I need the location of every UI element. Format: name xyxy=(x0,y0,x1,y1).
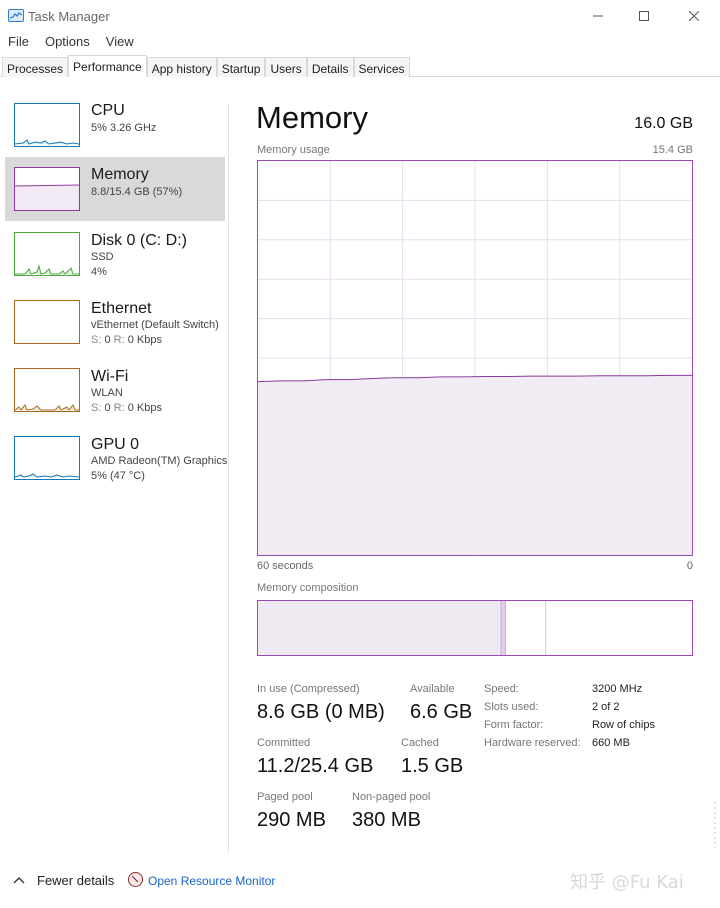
sidebar-item-detail: 5% 3.26 GHz xyxy=(91,122,157,134)
sidebar-item-memory[interactable]: Memory 8.8/15.4 GB (57%) xyxy=(5,157,225,221)
maximize-button[interactable] xyxy=(620,0,668,32)
tab-details[interactable]: Details xyxy=(306,57,354,77)
task-manager-icon xyxy=(8,9,24,22)
minimize-icon xyxy=(593,15,603,17)
hardware-reserved-label: Hardware reserved: xyxy=(484,737,581,749)
sidebar-item-disk-0[interactable]: Disk 0 (C: D:) SSD 4% xyxy=(5,229,225,293)
send-label: S: xyxy=(91,402,102,414)
speed-value: 3200 MHz xyxy=(592,683,643,695)
window-title: Task Manager xyxy=(28,9,110,24)
receive-label: R: xyxy=(113,402,125,414)
composition-modified-segment[interactable] xyxy=(501,601,506,655)
graph-time-span-label: 60 seconds xyxy=(257,560,314,572)
tab-performance[interactable]: Performance xyxy=(68,55,147,77)
sidebar-item-label: Wi-Fi xyxy=(91,368,129,385)
wifi-thumbnail-graph xyxy=(14,368,80,412)
sidebar-item-label: Memory xyxy=(91,166,149,183)
cpu-thumbnail-graph xyxy=(14,103,80,147)
open-resource-monitor-link[interactable]: Open Resource Monitor xyxy=(148,874,275,888)
close-icon xyxy=(689,11,699,21)
receive-value: 0 Kbps xyxy=(127,334,162,346)
menu-options[interactable]: Options xyxy=(37,32,98,54)
sidebar-item-detail-2: 4% xyxy=(91,266,107,278)
memory-total: 16.0 GB xyxy=(634,115,693,132)
memory-usage-graph xyxy=(257,160,693,556)
sidebar-item-detail-2: 5% (47 °C) xyxy=(91,470,145,482)
memory-usage-label: Memory usage xyxy=(257,144,330,156)
form-factor-label: Form factor: xyxy=(484,719,544,731)
memory-usage-plot xyxy=(257,161,692,555)
watermark: 知乎 @Fu Kai xyxy=(570,872,684,893)
ethernet-thumbnail-graph xyxy=(14,300,80,344)
sidebar-item-detail: WLAN xyxy=(91,387,123,399)
memory-composition-bar xyxy=(257,600,693,656)
memory-composition-label: Memory composition xyxy=(257,582,359,594)
memory-usage-area xyxy=(258,375,692,555)
hardware-reserved-value: 660 MB xyxy=(592,737,630,749)
scrollbar[interactable] xyxy=(712,800,718,850)
available-label: Available xyxy=(410,683,455,695)
menu-view[interactable]: View xyxy=(98,32,142,54)
sidebar-item-gpu-0[interactable]: GPU 0 AMD Radeon(TM) Graphics 5% (47 °C) xyxy=(5,433,228,497)
available-value: 6.6 GB xyxy=(410,701,473,723)
sidebar-divider xyxy=(228,104,229,852)
maximize-icon xyxy=(639,11,649,21)
tab-processes[interactable]: Processes xyxy=(2,57,69,77)
minimize-button[interactable] xyxy=(574,0,622,32)
cached-value: 1.5 GB xyxy=(401,755,464,777)
sidebar-item-detail: SSD xyxy=(91,251,114,263)
slots-used-label: Slots used: xyxy=(484,701,539,713)
sidebar-item-detail: 8.8/15.4 GB (57%) xyxy=(91,186,183,198)
in-use-value: 8.6 GB (0 MB) xyxy=(257,701,385,723)
composition-in-use-segment[interactable] xyxy=(258,601,502,655)
resource-monitor-icon[interactable] xyxy=(128,872,143,887)
fewer-details-link[interactable]: Fewer details xyxy=(37,873,114,888)
paged-pool-label: Paged pool xyxy=(257,791,313,803)
menu-file[interactable]: File xyxy=(0,32,37,54)
non-paged-pool-label: Non-paged pool xyxy=(352,791,431,803)
memory-thumbnail-graph xyxy=(14,167,80,211)
memory-usage-max: 15.4 GB xyxy=(652,144,693,156)
send-value: 0 xyxy=(104,402,111,414)
non-paged-pool-value: 380 MB xyxy=(352,809,421,831)
send-value: 0 xyxy=(104,334,111,346)
sidebar-item-cpu[interactable]: CPU 5% 3.26 GHz xyxy=(5,100,225,164)
memory-composition-plot xyxy=(258,601,547,655)
send-label: S: xyxy=(91,334,102,346)
tab-startup[interactable]: Startup xyxy=(216,57,266,77)
sidebar-item-wifi[interactable]: Wi-Fi WLAN S: 0 R: 0 Kbps xyxy=(5,365,225,429)
sidebar-item-detail: vEthernet (Default Switch) xyxy=(91,319,219,331)
page-title: Memory xyxy=(256,100,368,135)
tab-app-history[interactable]: App history xyxy=(146,57,217,77)
committed-label: Committed xyxy=(257,737,311,749)
disk-thumbnail-graph xyxy=(14,232,80,276)
sidebar-item-label: Disk 0 (C: D:) xyxy=(91,232,187,249)
close-button[interactable] xyxy=(670,0,718,32)
title-bar: Task Manager xyxy=(0,0,720,32)
form-factor-value: Row of chips xyxy=(592,719,655,731)
sidebar-item-ethernet[interactable]: Ethernet vEthernet (Default Switch) S: 0… xyxy=(5,297,225,361)
sidebar-item-label: CPU xyxy=(91,102,125,119)
speed-label: Speed: xyxy=(484,683,519,695)
menu-bar: File Options View xyxy=(0,32,142,54)
tab-services[interactable]: Services xyxy=(353,57,410,77)
tab-strip: Processes Performance App history Startu… xyxy=(0,55,720,77)
slots-used-value: 2 of 2 xyxy=(592,701,620,713)
sidebar-item-throughput: S: 0 R: 0 Kbps xyxy=(91,334,162,346)
sidebar-item-detail: AMD Radeon(TM) Graphics xyxy=(91,455,228,467)
composition-standby-segment[interactable] xyxy=(505,601,546,655)
committed-value: 11.2/25.4 GB xyxy=(257,755,374,777)
sidebar-item-throughput: S: 0 R: 0 Kbps xyxy=(91,402,162,414)
sidebar-item-label: GPU 0 xyxy=(91,436,140,453)
receive-value: 0 Kbps xyxy=(127,402,162,414)
receive-label: R: xyxy=(113,334,125,346)
sidebar-item-label: Ethernet xyxy=(91,300,152,317)
in-use-label: In use (Compressed) xyxy=(257,683,360,695)
cached-label: Cached xyxy=(401,737,439,749)
gpu-thumbnail-graph xyxy=(14,436,80,480)
chevron-up-icon[interactable] xyxy=(13,876,25,884)
paged-pool-value: 290 MB xyxy=(257,809,326,831)
graph-time-end-label: 0 xyxy=(686,560,693,572)
tab-users[interactable]: Users xyxy=(265,57,307,77)
